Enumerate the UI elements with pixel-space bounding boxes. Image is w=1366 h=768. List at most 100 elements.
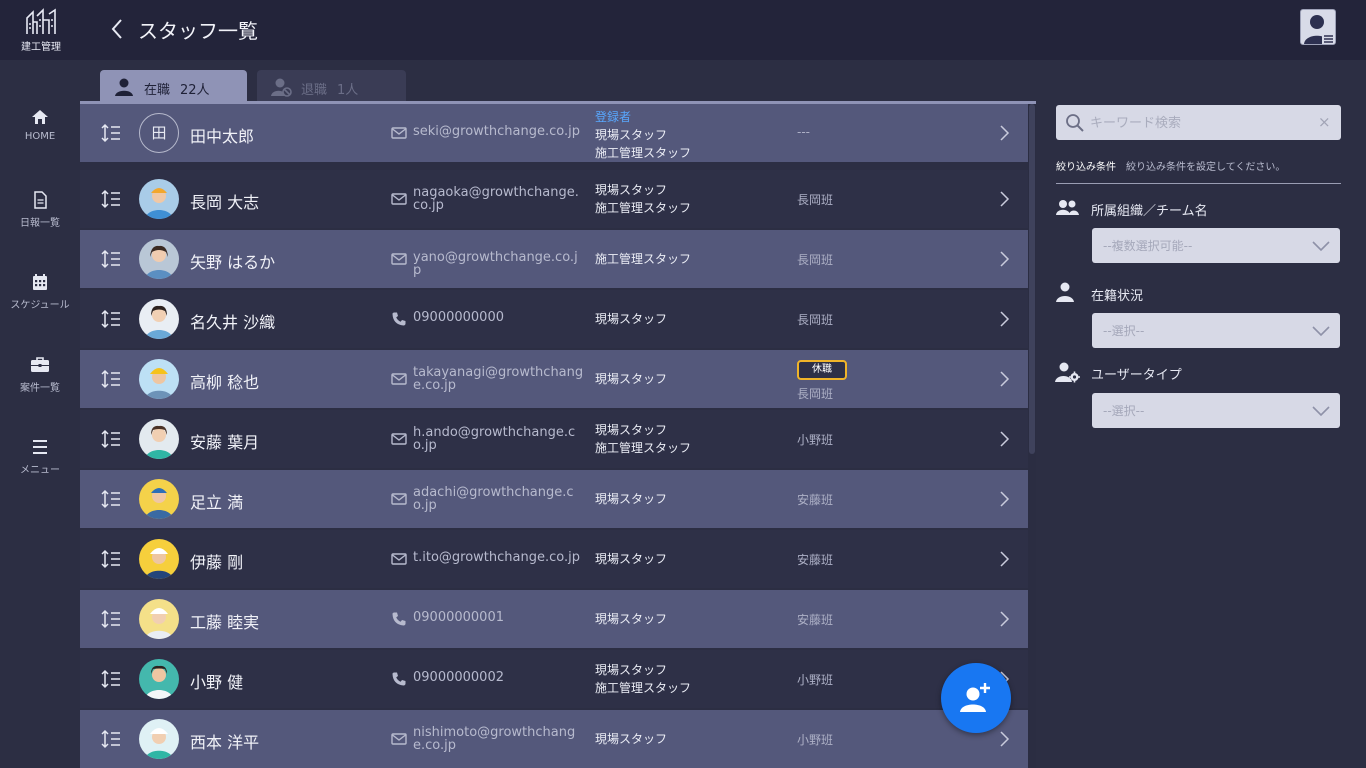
staff-name: 足立 満 [190, 493, 244, 512]
filter-description: 絞り込み条件を設定してください。 [1126, 162, 1286, 173]
chevron-right-icon[interactable] [997, 490, 1011, 508]
profile-button[interactable] [1300, 9, 1336, 45]
chevron-right-icon[interactable] [997, 190, 1011, 208]
avatar [139, 659, 179, 699]
staff-roles: 現場スタッフ [595, 310, 667, 328]
filter-heading: 絞り込み条件 [1056, 162, 1116, 173]
staff-row[interactable]: 長岡 大志 nagaoka@growthchange.co.jp 現場スタッフ … [80, 170, 1028, 228]
drag-handle-icon[interactable] [100, 249, 122, 269]
avatar [139, 359, 179, 399]
avatar [139, 179, 179, 219]
staff-contact: seki@growthchange.co.jp [413, 124, 580, 139]
staff-team: 安藤班 [797, 553, 834, 567]
chevron-right-icon[interactable] [997, 124, 1011, 142]
top-bar: 建工管理 スタッフ一覧 [0, 0, 1366, 60]
briefcase-icon [31, 357, 49, 372]
staff-row[interactable]: 名久井 沙織 09000000000 現場スタッフ 長岡班 [80, 290, 1028, 348]
staff-contact: 09000000001 [413, 610, 504, 625]
staff-row[interactable]: 西本 洋平 nishimoto@growthchange.co.jp 現場スタッ… [80, 710, 1028, 768]
drag-handle-icon[interactable] [100, 489, 122, 509]
app-logo[interactable]: 建工管理 [14, 8, 68, 54]
sidebar-item-projects[interactable]: 案件一覧 [0, 356, 80, 416]
document-icon [34, 191, 47, 209]
select-value: --選択-- [1103, 404, 1145, 418]
filter-label-user-type: ユーザータイプ [1091, 368, 1182, 383]
chevron-right-icon[interactable] [997, 730, 1011, 748]
sidebar-item-schedule[interactable]: スケジュール [0, 273, 80, 333]
chevron-right-icon[interactable] [997, 370, 1011, 388]
avatar [139, 419, 179, 459]
staff-roles: 施工管理スタッフ [595, 250, 691, 268]
staff-row[interactable]: 足立 満 adachi@growthchange.co.jp 現場スタッフ 安藤… [80, 470, 1028, 528]
staff-name: 田中太郎 [190, 127, 255, 146]
tab-label: 退職 [301, 83, 328, 98]
search-box: × [1056, 105, 1341, 140]
search-input[interactable] [1090, 113, 1310, 133]
add-staff-button[interactable] [941, 663, 1011, 733]
status-select[interactable]: --選択-- [1092, 313, 1340, 348]
staff-row[interactable]: 田 田中太郎 seki@growthchange.co.jp 登録者 現場スタッ… [80, 104, 1028, 162]
profile-icon [1304, 15, 1335, 44]
staff-roles: 現場スタッフ 施工管理スタッフ [595, 421, 691, 457]
staff-contact: 09000000000 [413, 310, 504, 325]
avatar [139, 479, 179, 519]
drag-handle-icon[interactable] [100, 369, 122, 389]
back-button[interactable] [106, 16, 130, 42]
role-item: 現場スタッフ [595, 128, 668, 142]
drag-handle-icon[interactable] [100, 729, 122, 749]
staff-row[interactable]: 小野 健 09000000002 現場スタッフ 施工管理スタッフ 小野班 [80, 650, 1028, 708]
clear-search-button[interactable]: × [1318, 113, 1331, 131]
mail-icon [391, 127, 407, 139]
phone-icon [392, 672, 406, 686]
sidebar-item-daily-reports[interactable]: 日報一覧 [0, 191, 80, 251]
role-item: 現場スタッフ [595, 612, 668, 626]
filter-label-organization: 所属組織／チーム名 [1091, 204, 1208, 219]
mail-icon [391, 493, 407, 505]
role-item: 現場スタッフ [595, 663, 668, 677]
mail-icon [391, 373, 407, 385]
avatar [139, 299, 179, 339]
sidebar-item-label: 日報一覧 [20, 218, 60, 229]
sidebar-item-menu[interactable]: メニュー [0, 438, 80, 498]
tab-retired-staff[interactable]: 退職 1人 [257, 70, 406, 102]
staff-team: 安藤班 [797, 493, 834, 507]
chevron-right-icon[interactable] [997, 310, 1011, 328]
chevron-down-icon [1312, 406, 1330, 417]
staff-team: 小野班 [797, 733, 834, 747]
user-type-select[interactable]: --選択-- [1092, 393, 1340, 428]
staff-name: 高柳 稔也 [190, 373, 260, 392]
role-item: 現場スタッフ [595, 312, 668, 326]
staff-team: 小野班 [797, 433, 834, 447]
add-user-icon [960, 683, 990, 712]
leave-status-badge: 休職 [797, 360, 847, 380]
staff-row[interactable]: 高柳 稔也 takayanagi@growthchange.co.jp 現場スタ… [80, 350, 1028, 408]
chevron-right-icon[interactable] [997, 430, 1011, 448]
chevron-right-icon[interactable] [997, 610, 1011, 628]
phone-icon [392, 612, 406, 626]
sidebar-item-home[interactable]: HOME [0, 108, 80, 168]
staff-row[interactable]: 安藤 葉月 h.ando@growthchange.co.jp 現場スタッフ 施… [80, 410, 1028, 468]
role-item: 施工管理スタッフ [595, 681, 692, 695]
chevron-right-icon[interactable] [997, 550, 1011, 568]
drag-handle-icon[interactable] [100, 609, 122, 629]
staff-roles: 現場スタッフ [595, 730, 667, 748]
organization-select[interactable]: --複数選択可能-- [1092, 228, 1340, 263]
sidebar-item-label: 案件一覧 [20, 383, 60, 394]
user-settings-icon [1055, 362, 1080, 383]
drag-handle-icon[interactable] [100, 429, 122, 449]
drag-handle-icon[interactable] [100, 189, 122, 209]
staff-row[interactable]: 伊藤 剛 t.ito@growthchange.co.jp 現場スタッフ 安藤班 [80, 530, 1028, 588]
drag-handle-icon[interactable] [100, 549, 122, 569]
role-item: 現場スタッフ [595, 492, 668, 506]
staff-team: --- [797, 125, 810, 139]
drag-handle-icon[interactable] [100, 669, 122, 689]
chevron-right-icon[interactable] [997, 250, 1011, 268]
staff-row[interactable]: 工藤 睦実 09000000001 現場スタッフ 安藤班 [80, 590, 1028, 648]
scrollbar-thumb[interactable] [1029, 104, 1035, 454]
staff-team: 長岡班 [797, 253, 834, 267]
staff-team: 長岡班 [797, 193, 834, 207]
tab-active-staff[interactable]: 在職 22人 [100, 70, 247, 102]
drag-handle-icon[interactable] [100, 123, 122, 143]
drag-handle-icon[interactable] [100, 309, 122, 329]
staff-row[interactable]: 矢野 はるか yano@growthchange.co.jp 施工管理スタッフ … [80, 230, 1028, 288]
